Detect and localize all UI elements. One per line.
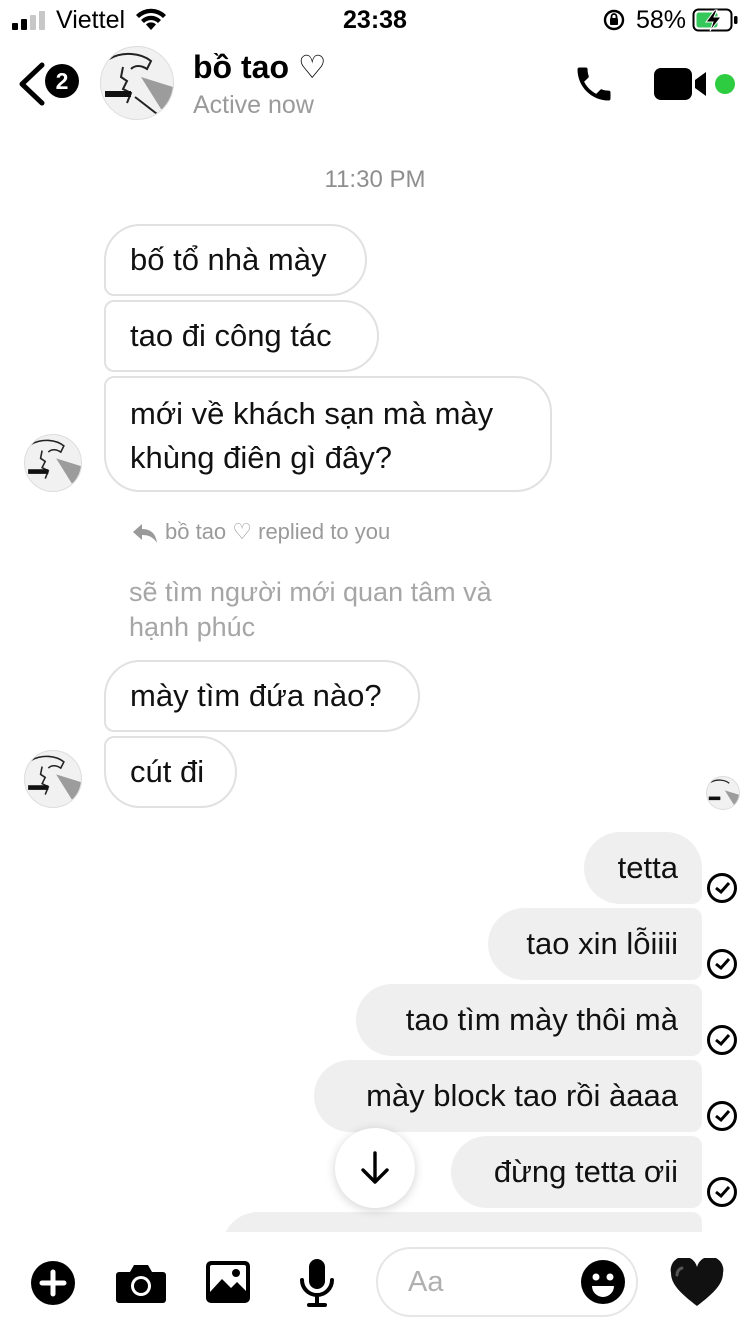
message-text: đừng tetta ơii (493, 1154, 678, 1189)
avatar-sketch-icon (28, 755, 81, 800)
active-status: Active now (193, 91, 314, 119)
phone-icon[interactable] (572, 62, 616, 106)
incoming-message[interactable]: bố tổ nhà mày (104, 224, 367, 296)
lock-rotation-icon (603, 9, 625, 31)
message-text: tetta (617, 850, 678, 885)
incoming-message[interactable]: cút đi (104, 736, 237, 808)
outgoing-message[interactable]: tetta (584, 832, 702, 904)
outgoing-message[interactable]: tao tìm mày thôi mà (356, 984, 702, 1056)
read-check-icon (707, 1177, 737, 1207)
heart-icon[interactable] (670, 1258, 724, 1308)
read-check-icon (707, 873, 737, 903)
unread-badge: 2 (45, 64, 79, 98)
message-text: mày block tao rồi àaaa (366, 1078, 678, 1113)
message-text: cút đi (130, 754, 205, 789)
plus-icon[interactable] (30, 1260, 76, 1306)
contact-avatar[interactable] (100, 46, 174, 120)
status-bar: Viettel 23:38 58% (0, 0, 750, 40)
message-text-line: khùng điên gì đây? (130, 440, 392, 475)
seen-avatar (706, 776, 740, 810)
read-check-icon (707, 949, 737, 979)
arrow-down-icon (361, 1151, 389, 1184)
camera-icon[interactable] (115, 1262, 167, 1304)
incoming-message[interactable]: mới về khách sạn mà mày khùng điên gì đâ… (104, 376, 552, 492)
outgoing-message[interactable]: mày block tao rồi àaaa (314, 1060, 702, 1132)
incoming-message[interactable]: mày tìm đứa nào? (104, 660, 420, 732)
video-icon[interactable] (653, 66, 709, 102)
contact-name[interactable]: bồ tao ♡ (193, 48, 327, 86)
contact-avatar-small[interactable] (24, 750, 82, 808)
message-input-field[interactable] (376, 1247, 638, 1317)
read-check-icon (707, 1101, 737, 1131)
outgoing-message[interactable]: đừng tetta ơii (451, 1136, 702, 1208)
avatar-sketch-icon (105, 53, 173, 118)
read-check-icon (707, 1025, 737, 1055)
avatar-sketch-icon (708, 779, 739, 805)
message-text: tao đi công tác (130, 318, 332, 353)
gallery-icon[interactable] (205, 1260, 251, 1304)
contact-avatar-small[interactable] (24, 434, 82, 492)
battery-icon (692, 8, 738, 32)
incoming-message[interactable]: tao đi công tác (104, 300, 379, 372)
scroll-to-bottom-button[interactable] (335, 1128, 415, 1208)
message-text: bố tổ nhà mày (130, 242, 327, 277)
outgoing-message[interactable]: tao xin lỗiiii (488, 908, 702, 980)
message-timestamp: 11:30 PM (324, 166, 426, 193)
message-text: mày tìm đứa nào? (130, 678, 382, 713)
message-text-line: mới về khách sạn mà mày (130, 396, 494, 431)
message-text: tao xin lỗiiii (526, 926, 678, 961)
quoted-message[interactable]: sẽ tìm người mới quan tâm và hạnh phúc (129, 575, 559, 645)
message-input[interactable] (406, 1263, 570, 1301)
emoji-icon[interactable] (580, 1259, 626, 1305)
avatar-sketch-icon (28, 439, 81, 484)
battery-percent: 58% (635, 6, 686, 34)
message-text: tao tìm mày thôi mà (405, 1002, 678, 1037)
active-dot (715, 74, 735, 94)
reply-arrow-icon (133, 524, 157, 543)
mic-icon[interactable] (298, 1258, 336, 1308)
reply-label: bồ tao ♡ replied to you (165, 519, 391, 544)
